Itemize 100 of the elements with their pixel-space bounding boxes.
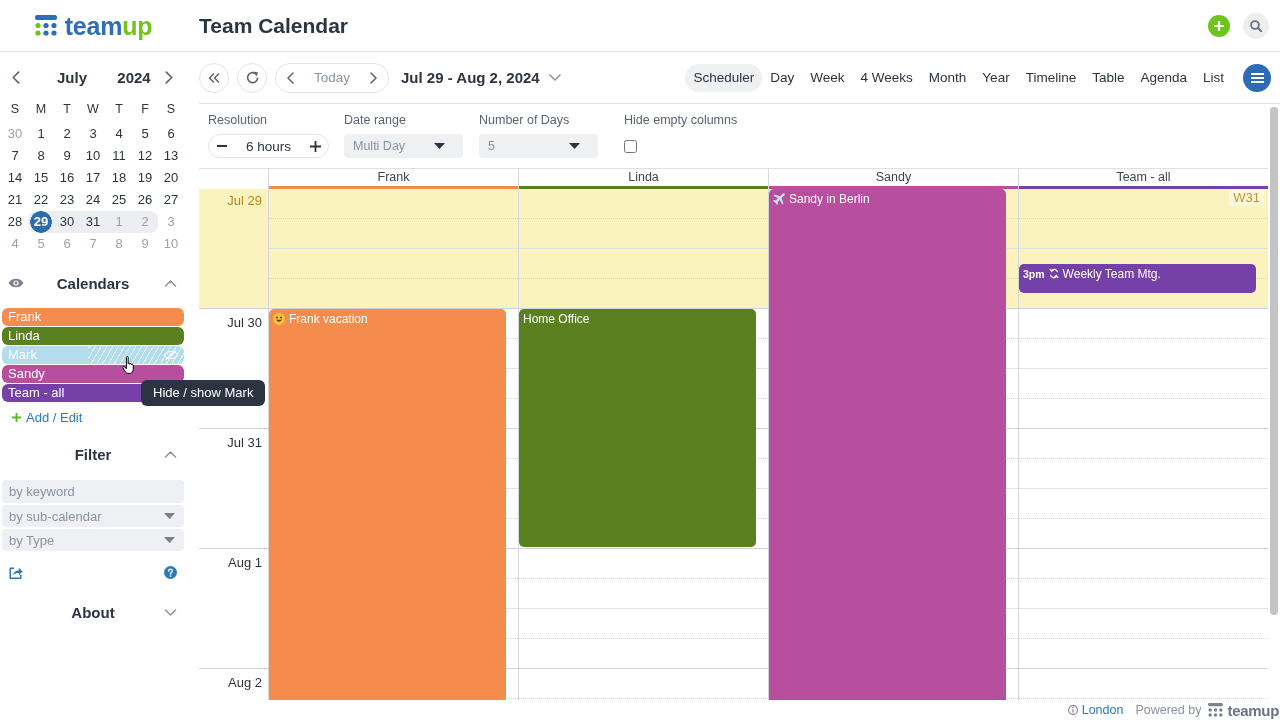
calendar-day[interactable]: 13 — [158, 145, 184, 167]
calendar-item[interactable]: Linda — [2, 327, 184, 345]
double-chevron-left-icon — [208, 72, 220, 83]
caret-down-icon — [164, 537, 175, 543]
view-tab[interactable]: Scheduler — [685, 63, 763, 92]
chevron-down-icon[interactable] — [163, 608, 177, 616]
menu-button[interactable] — [1243, 63, 1271, 92]
logo-icon — [1208, 703, 1224, 717]
caret-down-icon — [569, 143, 580, 149]
calendar-day[interactable]: 28 — [2, 211, 28, 233]
calendar-day[interactable]: 3 — [80, 123, 106, 145]
timezone-link[interactable]: London — [1067, 703, 1124, 717]
add-edit-link[interactable]: Add / Edit — [12, 408, 83, 426]
event-time: 3pm — [1023, 267, 1045, 281]
calendar-day[interactable]: 1 — [28, 123, 54, 145]
calendar-event[interactable]: Sandy in Berlin — [769, 189, 1006, 700]
event-title: Home Office — [523, 312, 590, 326]
event-title: Sandy in Berlin — [789, 192, 870, 206]
calendar-day[interactable]: 23 — [54, 189, 80, 211]
calendar-day[interactable]: 29 — [28, 211, 54, 233]
logo-icon — [34, 15, 57, 36]
view-tab[interactable]: Month — [920, 63, 975, 92]
tooltip: Hide / show Mark — [141, 380, 266, 406]
view-tab[interactable]: List — [1195, 63, 1232, 92]
day-label: Aug 1 — [228, 555, 262, 570]
event-title: Frank vacation — [289, 312, 368, 326]
calendar-day[interactable]: 16 — [54, 167, 80, 189]
calendar-event[interactable]: 3pm Weekly Team Mtg. — [1019, 264, 1256, 293]
logo-text: teamup — [64, 10, 153, 41]
calendar-day[interactable]: 8 — [28, 145, 54, 167]
smiley-icon — [273, 313, 285, 325]
calendar-day[interactable]: 31 — [80, 211, 106, 233]
calendar-day[interactable]: 27 — [158, 189, 184, 211]
eye-icon[interactable] — [8, 278, 24, 288]
calendar-day[interactable]: 22 — [28, 189, 54, 211]
plus-icon — [1214, 20, 1224, 31]
weekday-label: M — [34, 101, 48, 118]
refresh-icon — [245, 71, 259, 84]
section-title: Filter — [73, 445, 113, 463]
menu-icon — [1250, 72, 1264, 83]
calendar-day[interactable]: 14 — [2, 167, 28, 189]
keyword-field[interactable]: by keyword — [2, 480, 184, 503]
calendar-day[interactable]: 25 — [106, 189, 132, 211]
search-button[interactable] — [1243, 12, 1269, 39]
chevron-down-icon — [548, 74, 561, 81]
resolution-value: 6 hours — [246, 138, 291, 154]
scrollbar-thumb[interactable] — [1270, 107, 1278, 615]
calendar-day[interactable]: 17 — [80, 167, 106, 189]
calendar-day[interactable]: 26 — [132, 189, 158, 211]
checkbox[interactable] — [624, 139, 637, 153]
view-tab[interactable]: Timeline — [1017, 63, 1085, 92]
view-tab[interactable]: Table — [1084, 63, 1133, 92]
week-number: W31 — [1229, 190, 1264, 206]
month-label: July — [56, 68, 88, 86]
view-tab[interactable]: 4 Weeks — [852, 63, 921, 92]
weekday-label: S — [9, 101, 21, 118]
calendar-day[interactable]: 11 — [106, 145, 132, 167]
view-tab[interactable]: Day — [762, 63, 803, 92]
calendar-day[interactable]: 19 — [132, 167, 158, 189]
option-label: Date range — [344, 113, 406, 127]
calendar-day[interactable]: 6 — [158, 123, 184, 145]
powered-by-text: Powered by — [1135, 703, 1202, 717]
calendar-item[interactable]: Sandy — [2, 365, 184, 383]
calendar-day[interactable]: 24 — [80, 189, 106, 211]
plus-icon — [12, 412, 21, 422]
column-header: Sandy — [768, 169, 1018, 189]
calendar-day[interactable]: 5 — [132, 123, 158, 145]
calendar-day[interactable]: 4 — [106, 123, 132, 145]
weekday-label: T — [62, 101, 72, 118]
calendar-day[interactable]: 2 — [54, 123, 80, 145]
calendar-day[interactable]: 12 — [132, 145, 158, 167]
view-tab[interactable]: Agenda — [1132, 63, 1195, 92]
calendar-day[interactable]: 18 — [106, 167, 132, 189]
chevron-right-icon[interactable] — [165, 70, 173, 84]
chevron-right-icon[interactable] — [370, 71, 377, 84]
calendar-day[interactable]: 20 — [158, 167, 184, 189]
share-icon[interactable] — [9, 565, 23, 579]
weekday-label: T — [114, 101, 124, 118]
year-label: 2024 — [116, 68, 152, 86]
calendar-day[interactable]: 15 — [28, 167, 54, 189]
calendar-day[interactable]: 10 — [80, 145, 106, 167]
date-range-button[interactable]: Jul 29 - Aug 2, 2024 — [401, 69, 561, 86]
event-title: Weekly Team Mtg. — [1062, 267, 1161, 281]
calendar-day[interactable]: 30 — [54, 211, 80, 233]
plus-icon[interactable] — [310, 140, 321, 152]
page-title: Team Calendar — [199, 13, 349, 38]
calendar-day[interactable]: 21 — [2, 189, 28, 211]
view-tab[interactable]: Year — [974, 63, 1018, 92]
chevron-left-icon[interactable] — [12, 70, 20, 84]
chevron-up-icon[interactable] — [163, 279, 177, 287]
calendar-event[interactable]: Home Office — [519, 309, 756, 547]
section-title: Calendars — [55, 274, 131, 292]
help-icon[interactable] — [164, 565, 177, 579]
calendar-day[interactable]: 9 — [54, 145, 80, 167]
view-tab[interactable]: Week — [802, 63, 853, 92]
option-label: Hide empty columns — [624, 113, 738, 127]
calendar-day[interactable]: 7 — [2, 145, 28, 167]
weekday-label: S — [165, 101, 177, 118]
chevron-up-icon[interactable] — [163, 450, 177, 458]
chevron-left-icon[interactable] — [287, 71, 294, 84]
